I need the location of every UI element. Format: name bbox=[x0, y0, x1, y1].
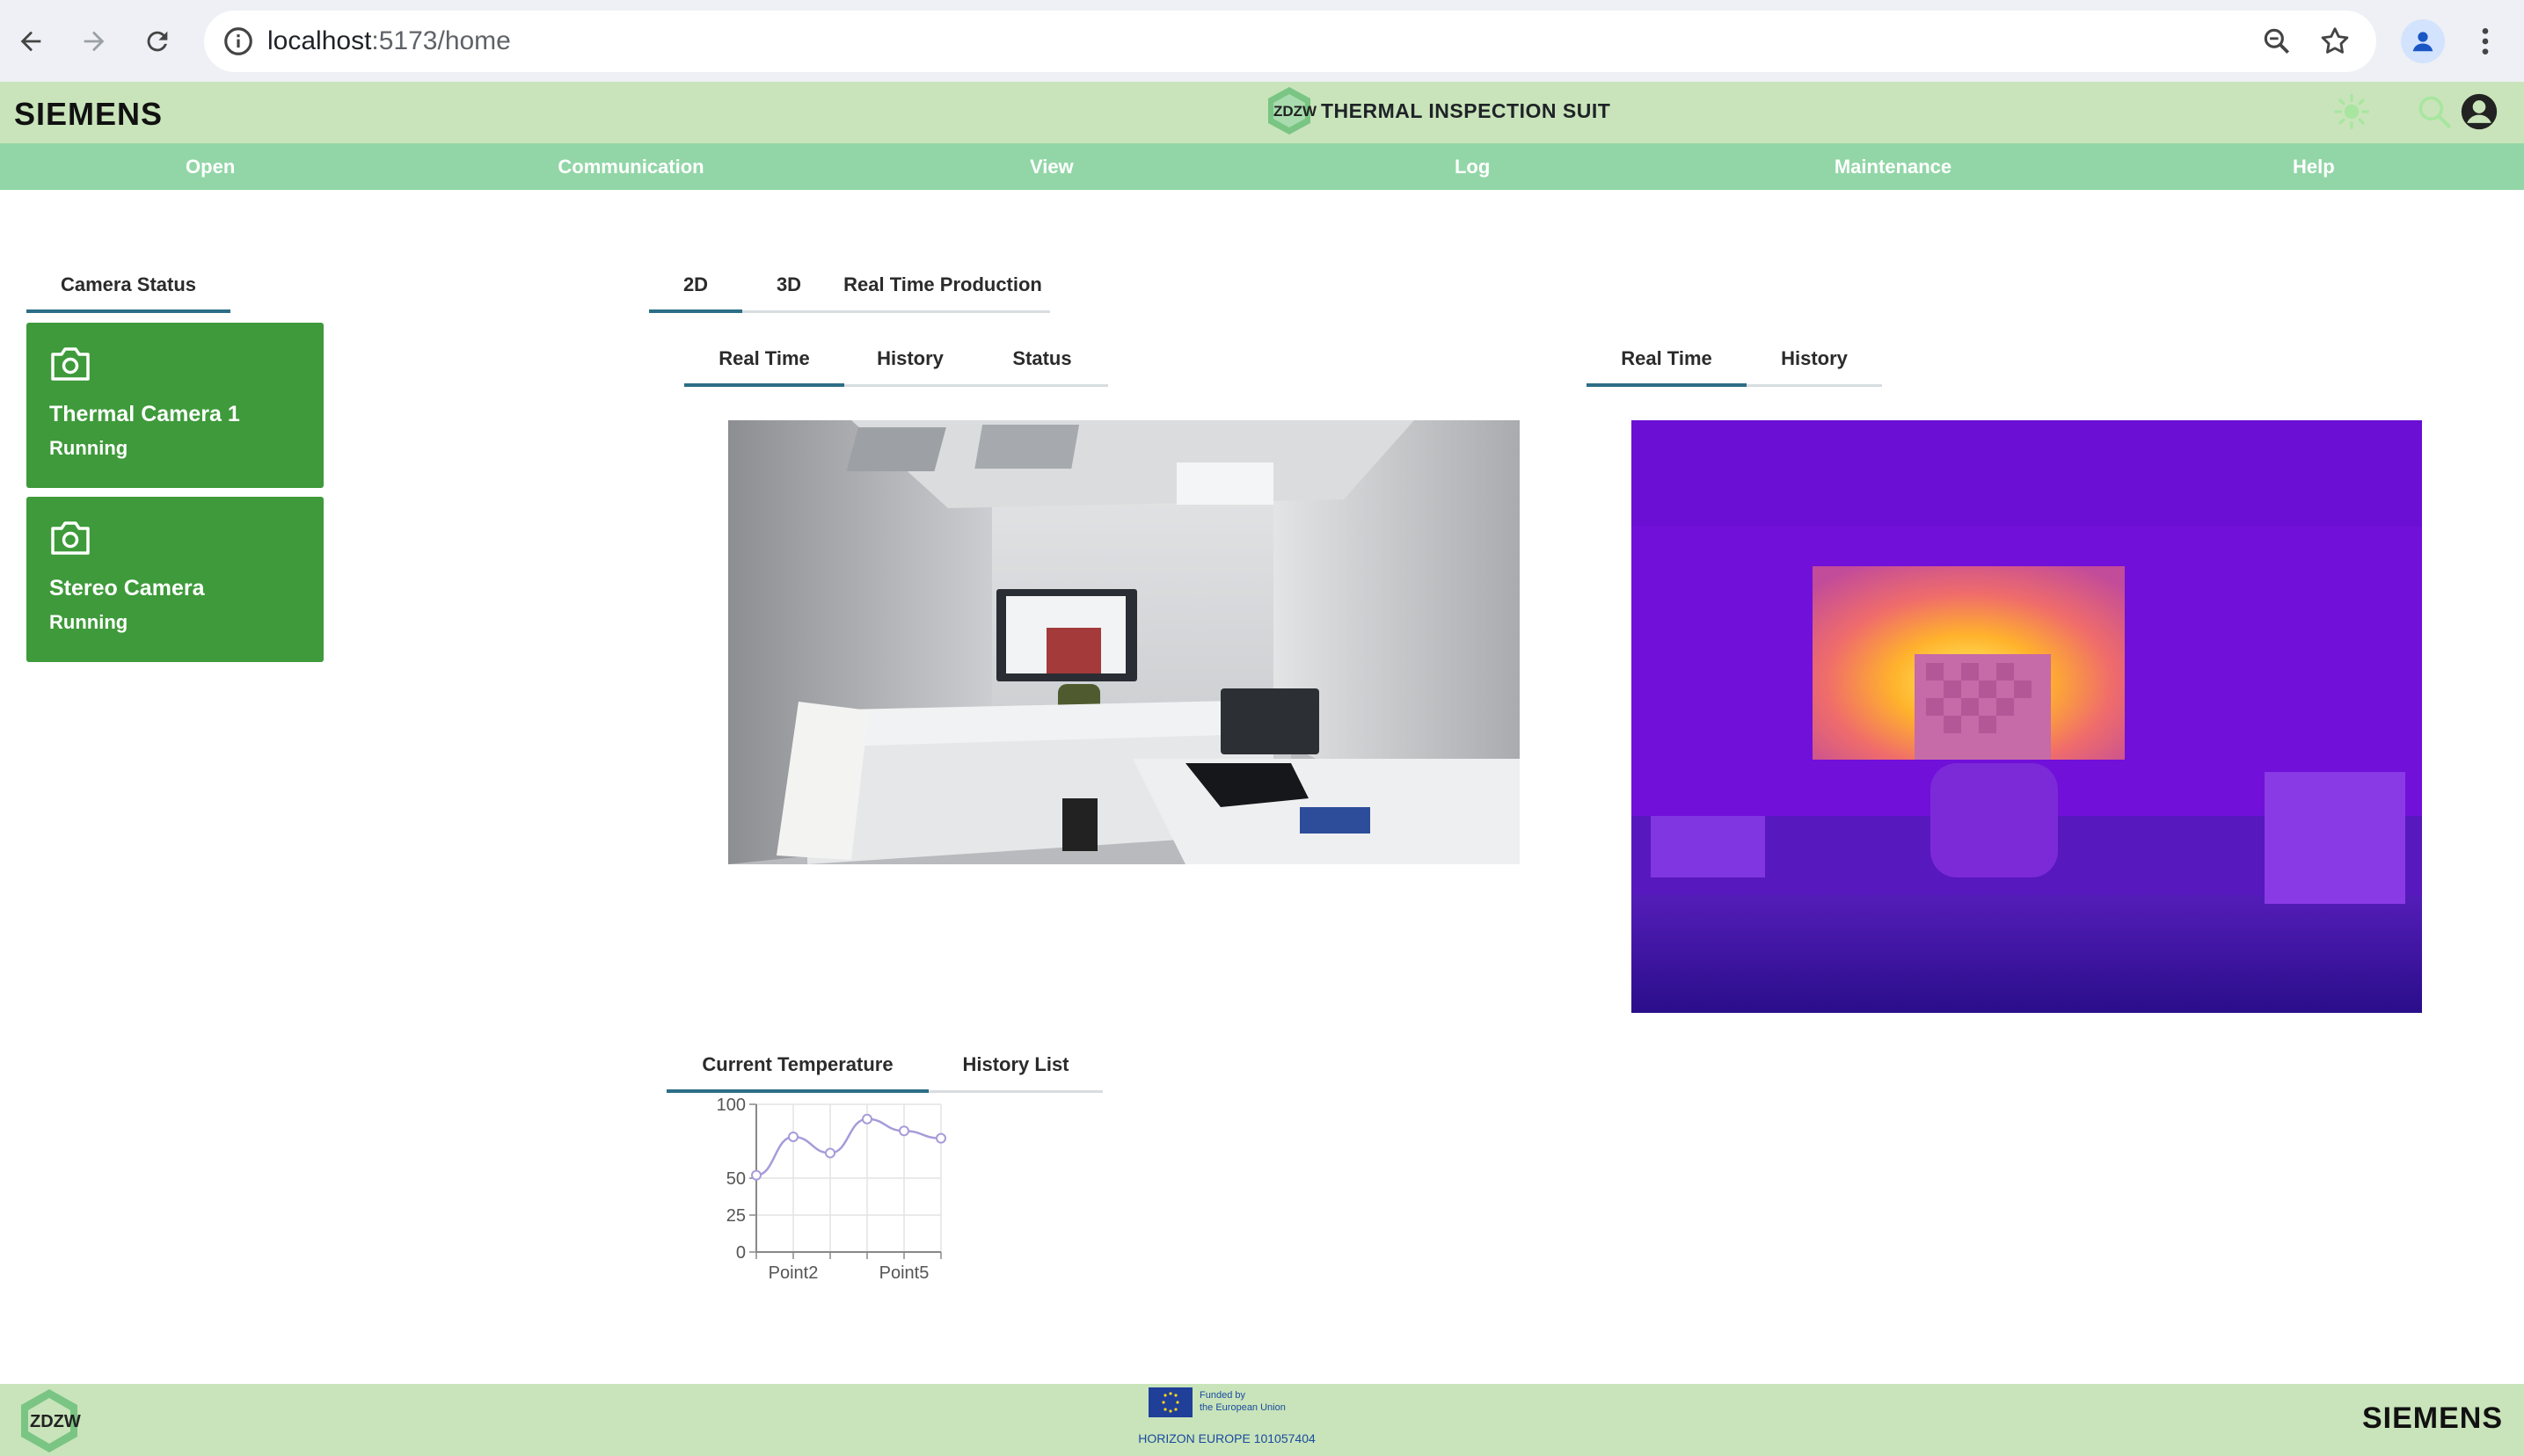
menu-item-maintenance[interactable]: Maintenance bbox=[1682, 143, 2103, 190]
tab-history[interactable]: History bbox=[844, 331, 976, 384]
app-footer: ZDZW Funded by the European Union HORIZO… bbox=[0, 1384, 2524, 1456]
menu-item-log[interactable]: Log bbox=[1262, 143, 1682, 190]
tab-2d[interactable]: 2D bbox=[649, 258, 742, 313]
app-header: SIEMENS ZDZW THERMAL INSPECTION SUIT bbox=[0, 82, 2524, 143]
y-tick-label: 100 bbox=[717, 1096, 746, 1115]
view-mode-tabs: 2D 3D Real Time Production bbox=[649, 258, 1050, 313]
tab-camera-status[interactable]: Camera Status bbox=[26, 258, 230, 313]
brand-logo: SIEMENS bbox=[14, 96, 164, 132]
zdzw-logo: ZDZW bbox=[1265, 85, 1317, 136]
more-vert-icon[interactable] bbox=[2468, 21, 2503, 62]
camera-icon bbox=[51, 347, 90, 381]
camera-card-thermal[interactable]: Thermal Camera 1 Running bbox=[26, 323, 324, 488]
thermal-camera-feed bbox=[1631, 420, 2422, 1013]
data-point bbox=[899, 1125, 909, 1137]
camera-icon bbox=[51, 521, 90, 555]
data-point bbox=[936, 1132, 946, 1144]
data-point bbox=[751, 1169, 762, 1181]
app-title: THERMAL INSPECTION SUIT bbox=[1321, 98, 1611, 122]
temperature-line-chart: 0 25 50 100 Point2 Point5 bbox=[717, 1096, 946, 1283]
star-icon[interactable] bbox=[2318, 25, 2352, 58]
camera-status: Running bbox=[49, 611, 128, 633]
temperature-tabs: Current Temperature History List bbox=[667, 1037, 1103, 1093]
person-icon bbox=[2412, 32, 2433, 52]
forward-button[interactable] bbox=[72, 19, 116, 63]
x-tick-label: Point2 bbox=[769, 1263, 819, 1283]
y-tick-label: 0 bbox=[736, 1243, 746, 1263]
tab-3d[interactable]: 3D bbox=[742, 258, 835, 310]
thermal-feed-tabs: Real Time History bbox=[1587, 331, 1882, 387]
tab-real-time[interactable]: Real Time bbox=[684, 331, 844, 387]
profile-button[interactable] bbox=[2401, 19, 2445, 63]
x-tick-label: Point5 bbox=[879, 1263, 930, 1283]
tab-history[interactable]: History bbox=[1747, 331, 1882, 384]
y-tick-label: 25 bbox=[726, 1206, 746, 1226]
menu-item-view[interactable]: View bbox=[842, 143, 1262, 190]
menu-item-help[interactable]: Help bbox=[2104, 143, 2524, 190]
info-icon[interactable] bbox=[222, 25, 255, 58]
zoom-icon[interactable] bbox=[2260, 25, 2294, 58]
browser-toolbar: localhost:5173/home bbox=[0, 0, 2524, 82]
reload-button[interactable] bbox=[135, 19, 179, 63]
data-point bbox=[788, 1131, 799, 1142]
reload-icon bbox=[147, 31, 168, 52]
url-text[interactable]: localhost:5173/home bbox=[267, 26, 511, 56]
stereo-camera-feed bbox=[728, 420, 1520, 864]
data-point bbox=[862, 1113, 872, 1125]
horizon-grant-label: HORIZON EUROPE 101057404 bbox=[1138, 1431, 1316, 1445]
eu-funding-label: Funded by the European Union bbox=[1200, 1390, 1286, 1413]
zdzw-footer-logo: ZDZW bbox=[18, 1387, 81, 1454]
search-icon[interactable] bbox=[2415, 92, 2454, 131]
menu-item-communication[interactable]: Communication bbox=[420, 143, 841, 190]
sun-icon[interactable] bbox=[2332, 92, 2371, 131]
eu-flag-icon bbox=[1149, 1387, 1193, 1417]
tab-status[interactable]: Status bbox=[976, 331, 1108, 384]
tab-current-temperature[interactable]: Current Temperature bbox=[667, 1037, 929, 1093]
user-account-icon[interactable] bbox=[2460, 92, 2498, 131]
camera-status: Running bbox=[49, 437, 128, 459]
data-point bbox=[825, 1147, 835, 1159]
camera-card-stereo[interactable]: Stereo Camera Running bbox=[26, 497, 324, 662]
sidebar-tabs: Camera Status bbox=[26, 258, 230, 313]
app-title-group: ZDZW THERMAL INSPECTION SUIT bbox=[1265, 84, 1610, 138]
arrow-right-icon bbox=[84, 31, 105, 52]
series-line bbox=[755, 1117, 942, 1176]
tab-real-time-production[interactable]: Real Time Production bbox=[835, 258, 1050, 310]
address-bar[interactable]: localhost:5173/home bbox=[204, 11, 2376, 72]
tab-real-time[interactable]: Real Time bbox=[1587, 331, 1747, 387]
footer-brand-logo: SIEMENS bbox=[2362, 1401, 2504, 1435]
camera-name: Thermal Camera 1 bbox=[49, 402, 240, 426]
tab-history-list[interactable]: History List bbox=[929, 1037, 1103, 1090]
stereo-feed-tabs: Real Time History Status bbox=[684, 331, 1108, 387]
main-menu-bar: Open Communication View Log Maintenance … bbox=[0, 143, 2524, 190]
y-tick-label: 50 bbox=[726, 1169, 746, 1189]
camera-name: Stereo Camera bbox=[49, 576, 205, 601]
menu-item-open[interactable]: Open bbox=[0, 143, 420, 190]
arrow-left-icon bbox=[20, 31, 41, 52]
back-button[interactable] bbox=[9, 19, 53, 63]
